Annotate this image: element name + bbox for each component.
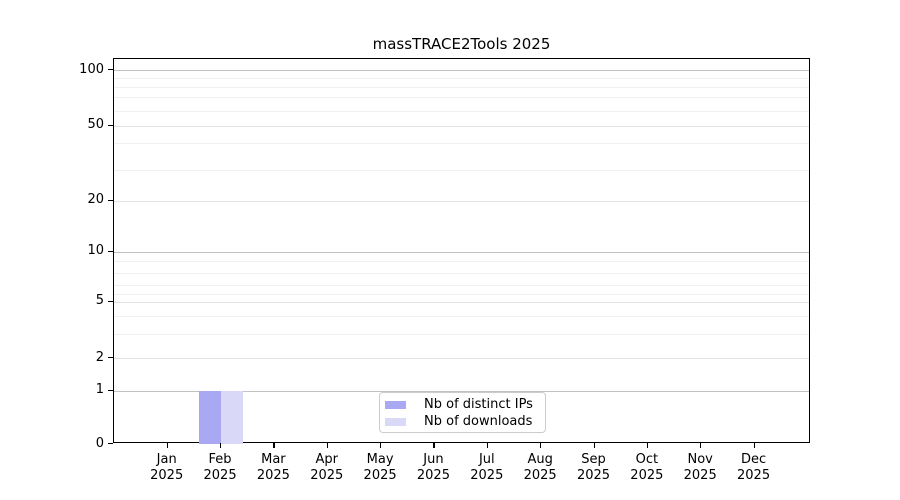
x-axis-tick: [167, 443, 168, 448]
y-axis-tick-label: 100: [40, 63, 104, 76]
y-axis-tick: [108, 301, 113, 302]
month-label: Dec: [722, 452, 786, 468]
chart-title: massTRACE2Tools 2025: [113, 35, 810, 53]
y-gridline: [114, 252, 809, 253]
x-axis-tick: [433, 443, 434, 448]
y-axis-tick-label: 50: [40, 118, 104, 131]
y-axis-tick: [108, 69, 113, 70]
y-axis-tick: [108, 125, 113, 126]
y-axis-tick: [108, 443, 113, 444]
y-axis-tick: [108, 390, 113, 391]
x-axis-tick: [647, 443, 648, 448]
x-axis-tick: [380, 443, 381, 448]
y-minor-gridline: [114, 170, 809, 171]
x-axis-tick: [754, 443, 755, 448]
x-axis-tick: [594, 443, 595, 448]
y-axis-tick: [108, 251, 113, 252]
x-axis-tick: [700, 443, 701, 448]
y-minor-gridline: [114, 78, 809, 79]
legend-label-downloads: Nb of downloads: [424, 414, 532, 429]
y-minor-gridline: [114, 143, 809, 144]
y-gridline: [114, 126, 809, 127]
x-axis-tick: [487, 443, 488, 448]
x-axis-tick: [327, 443, 328, 448]
y-minor-gridline: [114, 294, 809, 295]
y-gridline: [114, 358, 809, 359]
y-gridline: [114, 70, 809, 71]
y-minor-gridline: [114, 316, 809, 317]
y-axis-tick: [108, 200, 113, 201]
y-gridline: [114, 302, 809, 303]
x-axis-tick-label: Dec2025: [722, 452, 786, 484]
y-axis-tick: [108, 357, 113, 358]
y-axis-tick-label: 20: [40, 193, 104, 206]
plot-area: [113, 58, 810, 443]
y-minor-gridline: [114, 111, 809, 112]
y-minor-gridline: [114, 97, 809, 98]
legend-swatch-downloads-icon: [385, 418, 406, 426]
y-minor-gridline: [114, 334, 809, 335]
y-minor-gridline: [114, 273, 809, 274]
y-minor-gridline: [114, 261, 809, 262]
y-gridline: [114, 201, 809, 202]
chart-figure: massTRACE2Tools 2025 Nb of distinct IPs …: [0, 0, 900, 500]
y-axis-tick-label: 1: [40, 383, 104, 396]
legend-label-distinct-ips: Nb of distinct IPs: [424, 397, 533, 412]
legend: Nb of distinct IPs Nb of downloads: [379, 392, 546, 433]
y-axis-tick-label: 0: [40, 437, 104, 450]
y-minor-gridline: [114, 285, 809, 286]
y-axis-tick-label: 2: [40, 351, 104, 364]
y-axis-tick-label: 10: [40, 244, 104, 257]
x-axis-tick: [540, 443, 541, 448]
legend-item-distinct-ips: Nb of distinct IPs: [385, 396, 545, 413]
y-axis-tick-label: 5: [40, 294, 104, 307]
y-minor-gridline: [114, 87, 809, 88]
legend-item-downloads: Nb of downloads: [385, 413, 545, 430]
x-axis-tick: [273, 443, 274, 448]
bar-distinct-ips: [199, 391, 221, 445]
legend-swatch-distinct-ips-icon: [385, 401, 406, 409]
year-label: 2025: [722, 468, 786, 484]
x-axis-tick: [220, 443, 221, 448]
bar-downloads: [221, 391, 243, 445]
